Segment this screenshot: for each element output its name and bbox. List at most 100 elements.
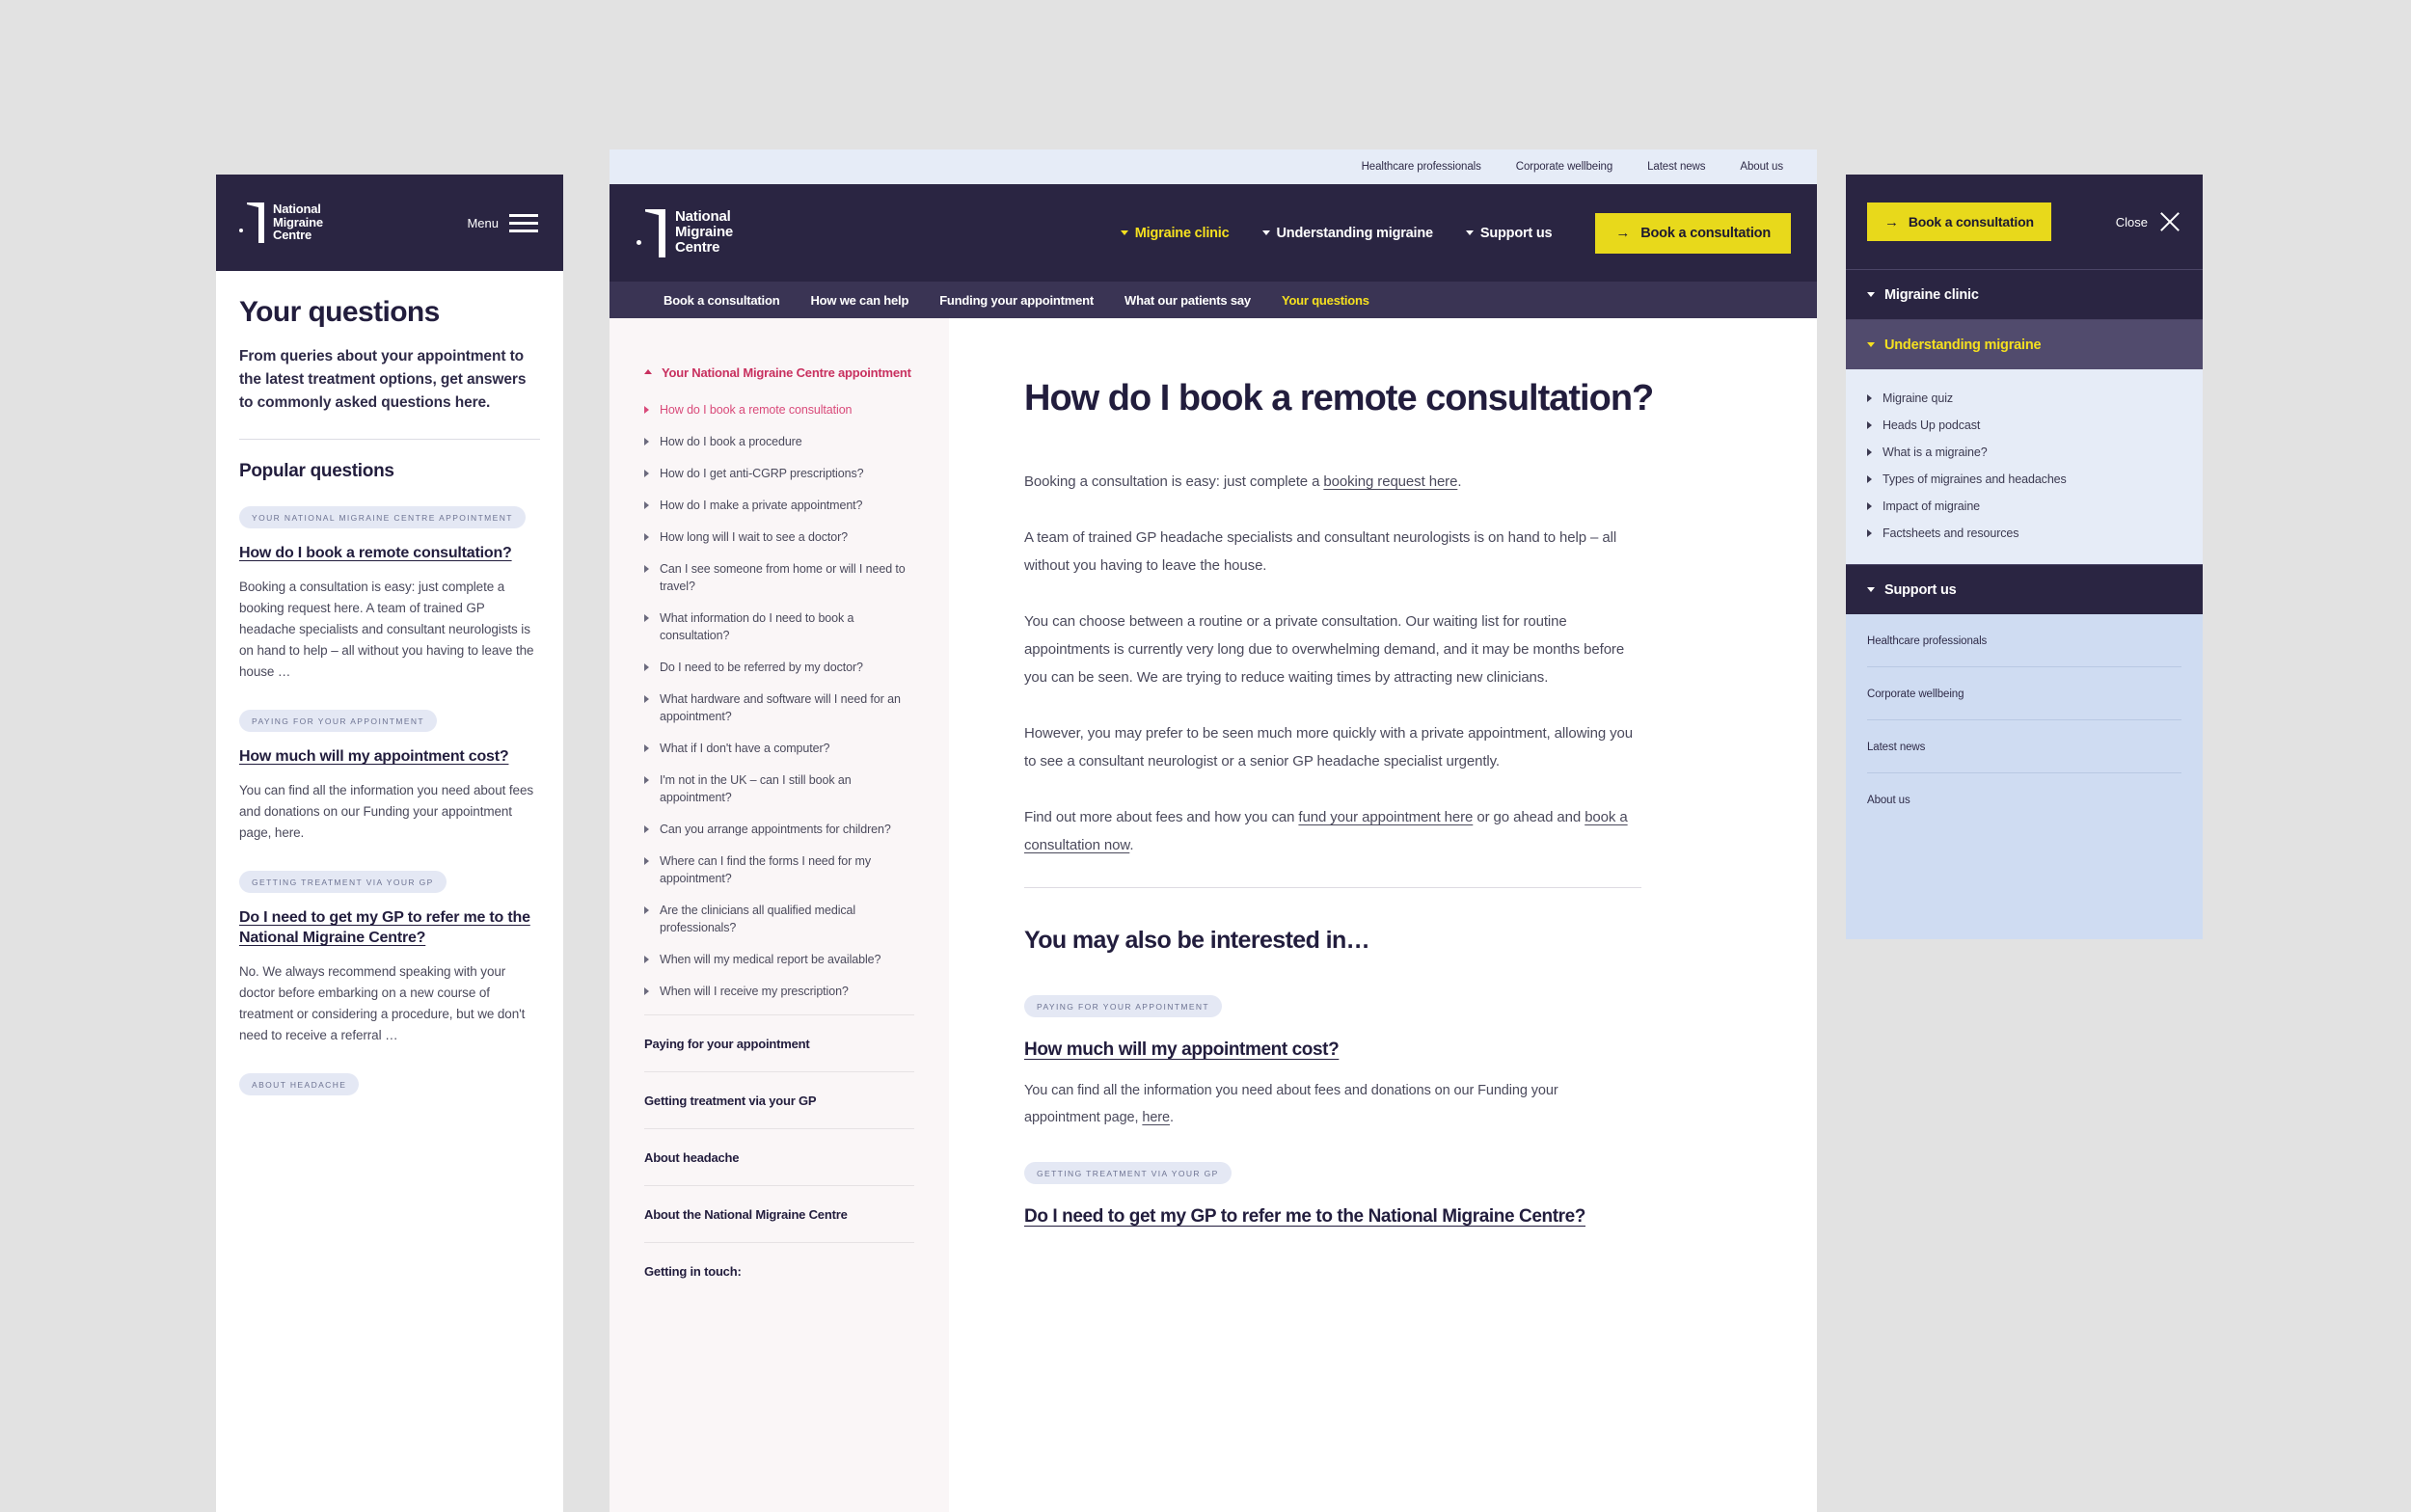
logo-line-2: Migraine bbox=[273, 214, 323, 230]
booking-request-link[interactable]: booking request here bbox=[1323, 473, 1457, 490]
sidebar-question-label: How do I get anti-CGRP prescriptions? bbox=[660, 467, 864, 480]
logo-dot-icon bbox=[239, 229, 243, 232]
chevron-right-icon bbox=[644, 695, 649, 703]
sidebar-category-getting-in-touch[interactable]: Getting in touch: bbox=[644, 1243, 914, 1299]
related-item: Paying for your appointment How much wil… bbox=[1024, 995, 1749, 1131]
submenu-item-what-is-a-migraine[interactable]: What is a migraine? bbox=[1867, 439, 2181, 466]
sidebar-question-3[interactable]: How do I make a private appointment? bbox=[644, 497, 914, 514]
sidebar-question-1[interactable]: How do I book a procedure bbox=[644, 433, 914, 450]
category-pill[interactable]: Getting treatment via your GP bbox=[239, 871, 447, 893]
sidebar-question-2[interactable]: How do I get anti-CGRP prescriptions? bbox=[644, 465, 914, 482]
sidebar-question-7[interactable]: Do I need to be referred by my doctor? bbox=[644, 659, 914, 676]
paragraph-text: Find out more about fees and how you can bbox=[1024, 809, 1299, 825]
sidebar-category-paying[interactable]: Paying for your appointment bbox=[644, 1015, 914, 1072]
tab-what-our-patients-say[interactable]: What our patients say bbox=[1124, 293, 1251, 308]
chevron-right-icon bbox=[644, 533, 649, 541]
tab-how-we-can-help[interactable]: How we can help bbox=[810, 293, 908, 308]
menu-link-about-us[interactable]: About us bbox=[1867, 773, 2181, 825]
related-question-link[interactable]: Do I need to get my GP to refer me to th… bbox=[1024, 1203, 1749, 1230]
site-logo[interactable]: National Migraine Centre bbox=[239, 202, 323, 243]
utility-link-healthcare-professionals[interactable]: Healthcare professionals bbox=[1362, 161, 1481, 173]
menu-link-latest-news[interactable]: Latest news bbox=[1867, 720, 2181, 773]
close-label: Close bbox=[2115, 214, 2148, 230]
sidebar-question-15[interactable]: When will I receive my prescription? bbox=[644, 983, 914, 1000]
mobile-menu-button[interactable]: Menu bbox=[467, 213, 538, 232]
question-link[interactable]: How do I book a remote consultation? bbox=[239, 543, 540, 563]
question-excerpt: Booking a consultation is easy: just com… bbox=[239, 580, 534, 679]
nav-item-understanding-migraine[interactable]: Understanding migraine bbox=[1261, 226, 1433, 241]
logo-line-3: Centre bbox=[273, 228, 312, 242]
category-pill[interactable]: Getting treatment via your GP bbox=[1024, 1162, 1232, 1184]
sidebar-question-label: What hardware and software will I need f… bbox=[660, 692, 901, 723]
question-link[interactable]: How much will my appointment cost? bbox=[239, 746, 540, 767]
tab-funding-your-appointment[interactable]: Funding your appointment bbox=[939, 293, 1094, 308]
paragraph-text: . bbox=[1169, 1110, 1174, 1125]
main-nav: Migraine clinic Understanding migraine S… bbox=[1120, 212, 1791, 254]
article-paragraph-5: Find out more about fees and how you can… bbox=[1024, 803, 1641, 859]
sidebar-question-14[interactable]: When will my medical report be available… bbox=[644, 951, 914, 968]
tab-your-questions[interactable]: Your questions bbox=[1282, 293, 1369, 308]
sidebar-question-label: Where can I find the forms I need for my… bbox=[660, 854, 872, 885]
close-menu-button[interactable]: Close bbox=[2116, 210, 2181, 233]
submenu-item-label: Migraine quiz bbox=[1883, 392, 1954, 405]
sidebar-group-your-appointment[interactable]: Your National Migraine Centre appointmen… bbox=[644, 364, 914, 382]
question-link[interactable]: Do I need to get my GP to refer me to th… bbox=[239, 907, 540, 948]
submenu-item-heads-up-podcast[interactable]: Heads Up podcast bbox=[1867, 412, 2181, 439]
sidebar-category-about-nmc[interactable]: About the National Migraine Centre bbox=[644, 1186, 914, 1243]
sidebar-question-0[interactable]: How do I book a remote consultation bbox=[644, 401, 914, 418]
category-pill[interactable]: About headache bbox=[239, 1073, 360, 1095]
sidebar-question-13[interactable]: Are the clinicians all qualified medical… bbox=[644, 902, 914, 936]
mobile-menu-links: Healthcare professionals Corporate wellb… bbox=[1846, 614, 2203, 825]
chevron-right-icon bbox=[644, 614, 649, 622]
category-pill[interactable]: Paying for your appointment bbox=[239, 710, 438, 732]
list-item: Getting treatment via your GP Do I need … bbox=[239, 871, 540, 1046]
utility-link-latest-news[interactable]: Latest news bbox=[1647, 161, 1705, 173]
category-pill[interactable]: Paying for your appointment bbox=[1024, 995, 1223, 1017]
submenu-item-impact-of-migraine[interactable]: Impact of migraine bbox=[1867, 493, 2181, 520]
utility-link-corporate-wellbeing[interactable]: Corporate wellbeing bbox=[1516, 161, 1612, 173]
paragraph-text: . bbox=[1457, 473, 1462, 490]
sidebar-question-10[interactable]: I'm not in the UK – can I still book an … bbox=[644, 771, 914, 806]
related-question-link[interactable]: How much will my appointment cost? bbox=[1024, 1037, 1749, 1064]
list-item: Paying for your appointment How much wil… bbox=[239, 710, 540, 844]
chevron-up-icon bbox=[644, 369, 652, 374]
menu-link-healthcare-professionals[interactable]: Healthcare professionals bbox=[1867, 614, 2181, 667]
menu-row-label: Understanding migraine bbox=[1884, 337, 2042, 353]
sidebar-question-4[interactable]: How long will I wait to see a doctor? bbox=[644, 528, 914, 546]
nav-item-label: Support us bbox=[1479, 225, 1553, 241]
menu-row-understanding-migraine[interactable]: Understanding migraine bbox=[1846, 319, 2203, 369]
tab-book-a-consultation[interactable]: Book a consultation bbox=[664, 293, 780, 308]
menu-link-corporate-wellbeing[interactable]: Corporate wellbeing bbox=[1867, 667, 2181, 720]
sidebar-question-5[interactable]: Can I see someone from home or will I ne… bbox=[644, 560, 914, 595]
nav-item-support-us[interactable]: Support us bbox=[1465, 225, 1553, 241]
divider bbox=[1024, 887, 1641, 888]
book-consultation-button[interactable]: → Book a consultation bbox=[1867, 202, 2051, 241]
sidebar-question-12[interactable]: Where can I find the forms I need for my… bbox=[644, 852, 914, 887]
submenu-item-label: Factsheets and resources bbox=[1883, 526, 2019, 540]
category-pill[interactable]: Your National Migraine Centre appointmen… bbox=[239, 506, 526, 528]
submenu-item-types-of-migraines[interactable]: Types of migraines and headaches bbox=[1867, 466, 2181, 493]
sidebar-category-about-headache[interactable]: About headache bbox=[644, 1129, 914, 1186]
close-icon bbox=[2158, 210, 2181, 233]
menu-row-support-us[interactable]: Support us bbox=[1846, 564, 2203, 614]
nav-item-migraine-clinic[interactable]: Migraine clinic bbox=[1120, 225, 1230, 241]
submenu-item-factsheets-and-resources[interactable]: Factsheets and resources bbox=[1867, 520, 2181, 547]
utility-link-about-us[interactable]: About us bbox=[1740, 161, 1783, 173]
nav-item-label: Migraine clinic bbox=[1134, 225, 1230, 241]
desktop-header: National Migraine Centre Migraine clinic… bbox=[610, 184, 1817, 282]
menu-row-migraine-clinic[interactable]: Migraine clinic bbox=[1846, 269, 2203, 319]
sidebar-question-6[interactable]: What information do I need to book a con… bbox=[644, 609, 914, 644]
chevron-down-icon bbox=[1867, 292, 1875, 297]
chevron-right-icon bbox=[1867, 475, 1872, 483]
sidebar-question-label: How do I book a remote consultation bbox=[660, 403, 853, 417]
site-logo[interactable]: National Migraine Centre bbox=[637, 208, 733, 257]
sidebar-question-11[interactable]: Can you arrange appointments for childre… bbox=[644, 821, 914, 838]
article-title: How do I book a remote consultation? bbox=[1024, 378, 1654, 418]
here-link[interactable]: here bbox=[1142, 1110, 1170, 1125]
sidebar-question-8[interactable]: What hardware and software will I need f… bbox=[644, 690, 914, 725]
sidebar-category-gp-treatment[interactable]: Getting treatment via your GP bbox=[644, 1072, 914, 1129]
sidebar-question-9[interactable]: What if I don't have a computer? bbox=[644, 740, 914, 757]
submenu-item-migraine-quiz[interactable]: Migraine quiz bbox=[1867, 385, 2181, 412]
book-consultation-button[interactable]: → Book a consultation bbox=[1595, 212, 1791, 254]
fund-appointment-link[interactable]: fund your appointment here bbox=[1298, 809, 1473, 825]
